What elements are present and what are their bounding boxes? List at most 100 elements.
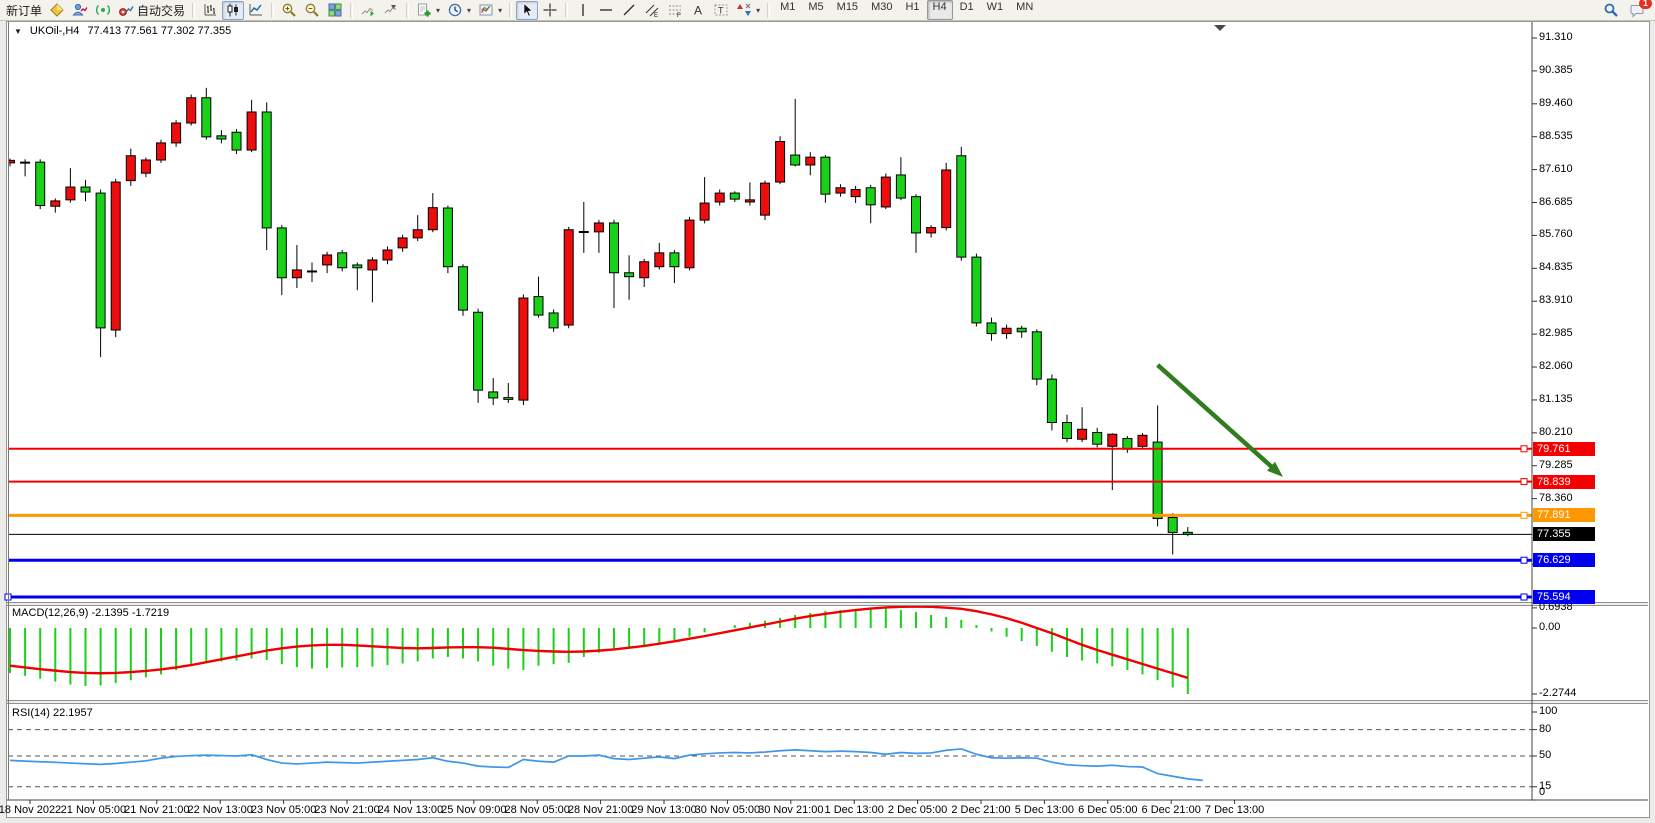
toolbar-group-zoom [278, 1, 346, 20]
equidistant-channel-button[interactable]: E [641, 1, 663, 20]
toolbar-separator [406, 3, 409, 18]
timeframe-mn[interactable]: MN [1010, 0, 1039, 20]
price-line-label: 76.629 [1533, 553, 1595, 567]
chevron-down-icon[interactable]: ▾ [436, 6, 440, 15]
timeframe-m1[interactable]: M1 [774, 0, 801, 20]
price-line-label: 79.761 [1533, 442, 1595, 456]
text-label-icon: T [713, 2, 729, 18]
auto-scroll-icon [360, 2, 376, 18]
symbols-button[interactable] [46, 1, 68, 20]
hline-handle[interactable] [1521, 446, 1527, 452]
toolbar-group-scroll [357, 1, 402, 20]
chart-title: ▼ UKOil-,H4 77.413 77.561 77.302 77.355 [14, 25, 231, 37]
timeframe-m5[interactable]: M5 [802, 0, 829, 20]
crosshair-button[interactable] [539, 1, 561, 20]
button-label: M15 [837, 1, 858, 13]
hline-handle[interactable] [1521, 557, 1527, 563]
chevron-down-icon[interactable]: ▾ [467, 6, 471, 15]
candlestick-icon [225, 2, 241, 18]
arrows-button[interactable]: ▾ [733, 1, 763, 20]
new-order-button[interactable]: 新订单 [3, 1, 45, 20]
hline-handle[interactable] [1521, 479, 1527, 485]
button-label: W1 [987, 1, 1004, 13]
time-tick-label: 7 Dec 13:00 [1190, 804, 1280, 816]
templates-icon [478, 2, 494, 18]
rsi-tick-label: 100 [1539, 705, 1557, 717]
market-watch-icon [72, 2, 88, 18]
notifications-button[interactable]: 1 [1626, 1, 1648, 20]
line-chart-icon [248, 2, 264, 18]
periods-button[interactable]: ▾ [444, 1, 474, 20]
button-label: 自动交易 [137, 2, 185, 19]
toolbar: 新订单 自动交易 ▾ ▾ ▾ E FAT ▾ M1 M5 M15 M30 H1 H4 D1 W1 MN 1 [0, 0, 1655, 21]
horizontal-lines[interactable] [5, 446, 1532, 600]
chart-shift-marker-icon[interactable] [1214, 25, 1226, 31]
timeframe-h4[interactable]: H4 [927, 0, 953, 20]
auto-scroll-button[interactable] [357, 1, 379, 20]
price-tick-label: 82.985 [1539, 327, 1573, 339]
periods-icon [447, 2, 463, 18]
zoom-out-icon [304, 2, 320, 18]
price-tick-label: 85.760 [1539, 228, 1573, 240]
text-button[interactable]: A [687, 1, 709, 20]
chevron-down-icon[interactable]: ▾ [756, 6, 760, 15]
templates-button[interactable]: ▾ [475, 1, 505, 20]
symbols-icon [49, 2, 65, 18]
button-label: H1 [905, 1, 919, 13]
vertical-line-button[interactable] [572, 1, 594, 20]
chart-canvas[interactable] [0, 0, 1655, 823]
candlestick-chart-button[interactable] [222, 1, 244, 20]
bar-chart-icon [202, 2, 218, 18]
svg-text:T: T [718, 6, 724, 16]
macd-tick-label: 0.00 [1539, 621, 1560, 633]
timeframe-m15[interactable]: M15 [831, 0, 864, 20]
line-chart-button[interactable] [245, 1, 267, 20]
svg-text:E: E [654, 13, 658, 18]
trendline-button[interactable] [618, 1, 640, 20]
timeframe-m30[interactable]: M30 [865, 0, 898, 20]
timeframe-w1[interactable]: W1 [981, 0, 1010, 20]
hline-handle[interactable] [1521, 512, 1527, 518]
fibonacci-icon: F [667, 2, 683, 18]
button-label: M1 [780, 1, 795, 13]
price-tick-label: 86.685 [1539, 196, 1573, 208]
chart-collapse-icon[interactable]: ▼ [14, 27, 22, 36]
toolbar-group-pointer [516, 1, 561, 20]
chevron-down-icon[interactable]: ▾ [498, 6, 502, 15]
price-line-label: 78.839 [1533, 475, 1595, 489]
toolbar-group-drawing: E FAT ▾ [572, 1, 763, 20]
chart-shift-button[interactable] [380, 1, 402, 20]
macd-tick-label: -2.2744 [1539, 687, 1576, 699]
search-button[interactable] [1600, 1, 1622, 20]
market-watch-button[interactable] [69, 1, 91, 20]
hline-icon [598, 2, 614, 18]
trend-arrow[interactable] [1158, 365, 1283, 477]
button-label: H4 [933, 1, 947, 13]
timeframe-h1[interactable]: H1 [899, 0, 925, 20]
hline-handle[interactable] [1521, 594, 1527, 600]
zoom-in-button[interactable] [278, 1, 300, 20]
indicators-button[interactable]: ▾ [413, 1, 443, 20]
signals-button[interactable] [92, 1, 114, 20]
timeframe-d1[interactable]: D1 [954, 0, 980, 20]
price-tick-label: 82.060 [1539, 360, 1573, 372]
chart-symbol-period: UKOil-,H4 [30, 25, 80, 37]
shapes-icon [736, 2, 752, 18]
cursor-button[interactable] [516, 1, 538, 20]
channel-icon: E [644, 2, 660, 18]
toolbar-separator [271, 3, 274, 18]
horizontal-line-button[interactable] [595, 1, 617, 20]
autotrading-button[interactable]: 自动交易 [115, 1, 188, 20]
tile-windows-button[interactable] [324, 1, 346, 20]
text-label-button[interactable]: T [710, 1, 732, 20]
zoom-out-button[interactable] [301, 1, 323, 20]
bar-chart-button[interactable] [199, 1, 221, 20]
toolbar-separator [565, 3, 568, 18]
toolbar-group-chart-types [199, 1, 267, 20]
signals-icon [95, 2, 111, 18]
rsi-tick-label: 50 [1539, 749, 1551, 761]
button-label: M30 [871, 1, 892, 13]
fibonacci-button[interactable]: F [664, 1, 686, 20]
price-tick-label: 91.310 [1539, 31, 1573, 43]
indicators-icon [416, 2, 432, 18]
